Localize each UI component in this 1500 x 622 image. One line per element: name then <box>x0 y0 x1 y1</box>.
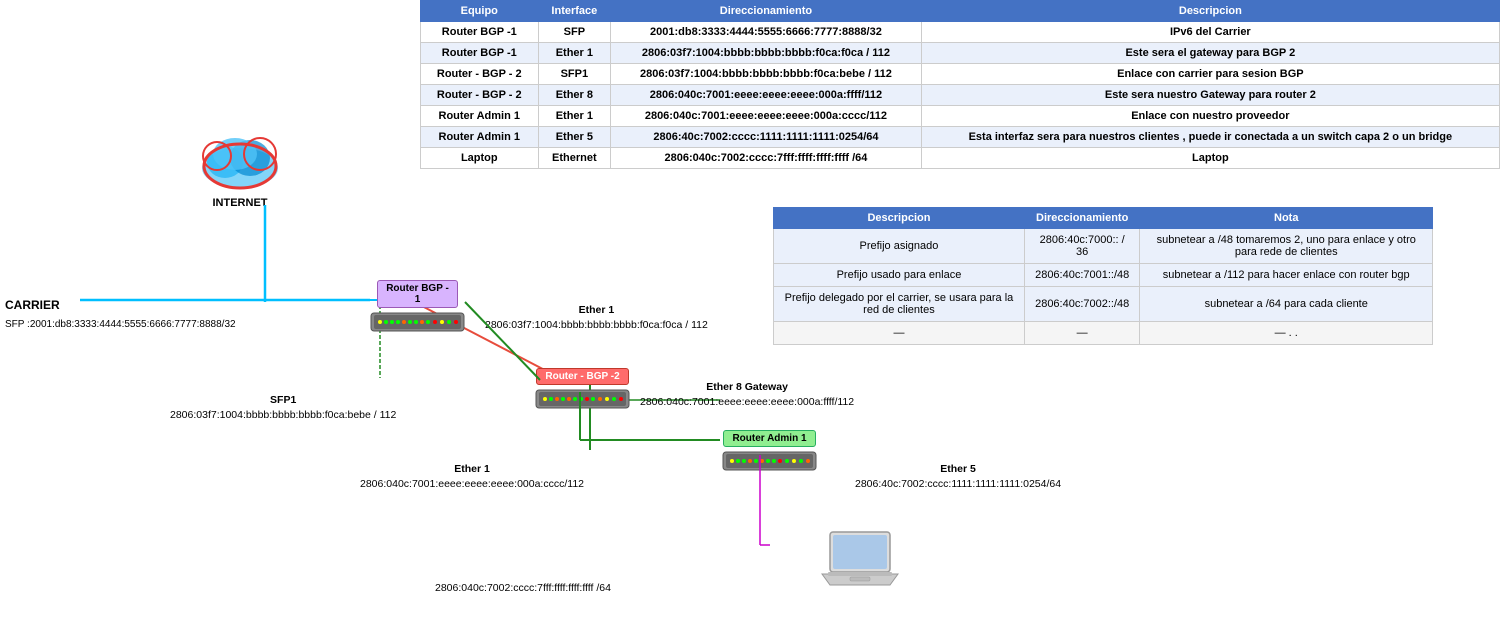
second-table-section: Descripcion Direccionamiento Nota Prefij… <box>773 207 1433 345</box>
carrier-text: CARRIER <box>5 298 60 312</box>
second-table-cell: subnetear a /64 para cada cliente <box>1140 287 1433 322</box>
router-bgp2: Router - BGP -2 <box>535 368 630 410</box>
ether1-addr: 2806:03f7:1004:bbbb:bbbb:bbbb:f0ca:f0ca … <box>485 319 708 331</box>
ether8-text: Ether 8 Gateway <box>706 381 788 393</box>
sfp1-addr: 2806:03f7:1004:bbbb:bbbb:bbbb:f0ca:bebe … <box>170 409 396 421</box>
ether1b-text: Ether 1 <box>454 463 490 475</box>
second-table-cell: 2806:40c:7002::/48 <box>1024 287 1140 322</box>
col2-header-nota: Nota <box>1140 208 1433 229</box>
second-table-cell: — <box>774 322 1025 345</box>
router-admin1-icon <box>722 450 817 472</box>
second-table-cell: — <box>1024 322 1140 345</box>
diagram: INTERNET CARRIER SFP :2001:db8:3333:4444… <box>0 0 770 622</box>
laptop-icon <box>820 530 900 598</box>
second-table-cell: subnetear a /112 para hacer enlace con r… <box>1140 264 1433 287</box>
router-bgp2-label: Router - BGP -2 <box>536 368 628 385</box>
ether1b-label: Ether 1 2806:040c:7001:eeee:eeee:eeee:00… <box>360 462 584 491</box>
ether5-text: Ether 5 <box>940 463 976 475</box>
table-cell: Esta interfaz sera para nuestros cliente… <box>921 127 1499 148</box>
router-bgp1-label: Router BGP -1 <box>377 280 458 308</box>
ether1-text: Ether 1 <box>579 304 615 316</box>
table-cell: Laptop <box>921 148 1499 169</box>
table-cell: Enlace con carrier para sesion BGP <box>921 64 1499 85</box>
second-table: Descripcion Direccionamiento Nota Prefij… <box>773 207 1433 345</box>
col2-header-direccionamiento: Direccionamiento <box>1024 208 1140 229</box>
router-admin1: Router Admin 1 <box>722 430 817 472</box>
table-cell: Este sera nuestro Gateway para router 2 <box>921 85 1499 106</box>
second-table-cell: — . . <box>1140 322 1433 345</box>
ether1-label: Ether 1 2806:03f7:1004:bbbb:bbbb:bbbb:f0… <box>485 303 708 332</box>
laptop-svg <box>820 530 900 595</box>
second-table-cell: Prefijo delegado por el carrier, se usar… <box>774 287 1025 322</box>
internet-cloud: INTERNET <box>195 130 285 209</box>
router-admin1-label: Router Admin 1 <box>723 430 815 447</box>
ether5-addr: 2806:40c:7002:cccc:1111:1111:1111:0254/6… <box>855 478 1061 490</box>
table-cell: Este sera el gateway para BGP 2 <box>921 43 1499 64</box>
second-table-cell: 2806:40c:7000:: / 36 <box>1024 229 1140 264</box>
ether5-label: Ether 5 2806:40c:7002:cccc:1111:1111:111… <box>855 462 1061 491</box>
col2-header-descripcion: Descripcion <box>774 208 1025 229</box>
second-table-cell: subnetear a /48 tomaremos 2, uno para en… <box>1140 229 1433 264</box>
carrier-label: CARRIER SFP :2001:db8:3333:4444:5555:666… <box>5 296 236 332</box>
laptop-addr-label: 2806:040c:7002:cccc:7fff:ffff:ffff:ffff … <box>435 582 611 594</box>
carrier-address: SFP :2001:db8:3333:4444:5555:6666:7777:8… <box>5 319 236 330</box>
ether8-label: Ether 8 Gateway 2806:040c:7001:eeee:eeee… <box>640 380 854 409</box>
sfp1-label: SFP1 2806:03f7:1004:bbbb:bbbb:bbbb:f0ca:… <box>170 393 396 422</box>
router-bgp1-icon <box>370 311 465 333</box>
ether8-addr: 2806:040c:7001:eeee:eeee:eeee:000a:ffff/… <box>640 396 854 408</box>
second-table-cell: Prefijo asignado <box>774 229 1025 264</box>
table-cell: Enlace con nuestro proveedor <box>921 106 1499 127</box>
router-bgp1: Router BGP -1 <box>370 280 465 333</box>
col-header-descripcion: Descripcion <box>921 1 1499 22</box>
router-bgp2-icon <box>535 388 630 410</box>
laptop-addr: 2806:040c:7002:cccc:7fff:ffff:ffff:ffff … <box>435 582 611 594</box>
ether1b-addr: 2806:040c:7001:eeee:eeee:eeee:000a:cccc/… <box>360 478 584 490</box>
cloud-icon <box>195 130 285 195</box>
second-table-cell: 2806:40c:7001::/48 <box>1024 264 1140 287</box>
sfp1-text: SFP1 <box>270 394 296 406</box>
internet-label: INTERNET <box>195 197 285 209</box>
second-table-cell: Prefijo usado para enlace <box>774 264 1025 287</box>
table-cell: IPv6 del Carrier <box>921 22 1499 43</box>
